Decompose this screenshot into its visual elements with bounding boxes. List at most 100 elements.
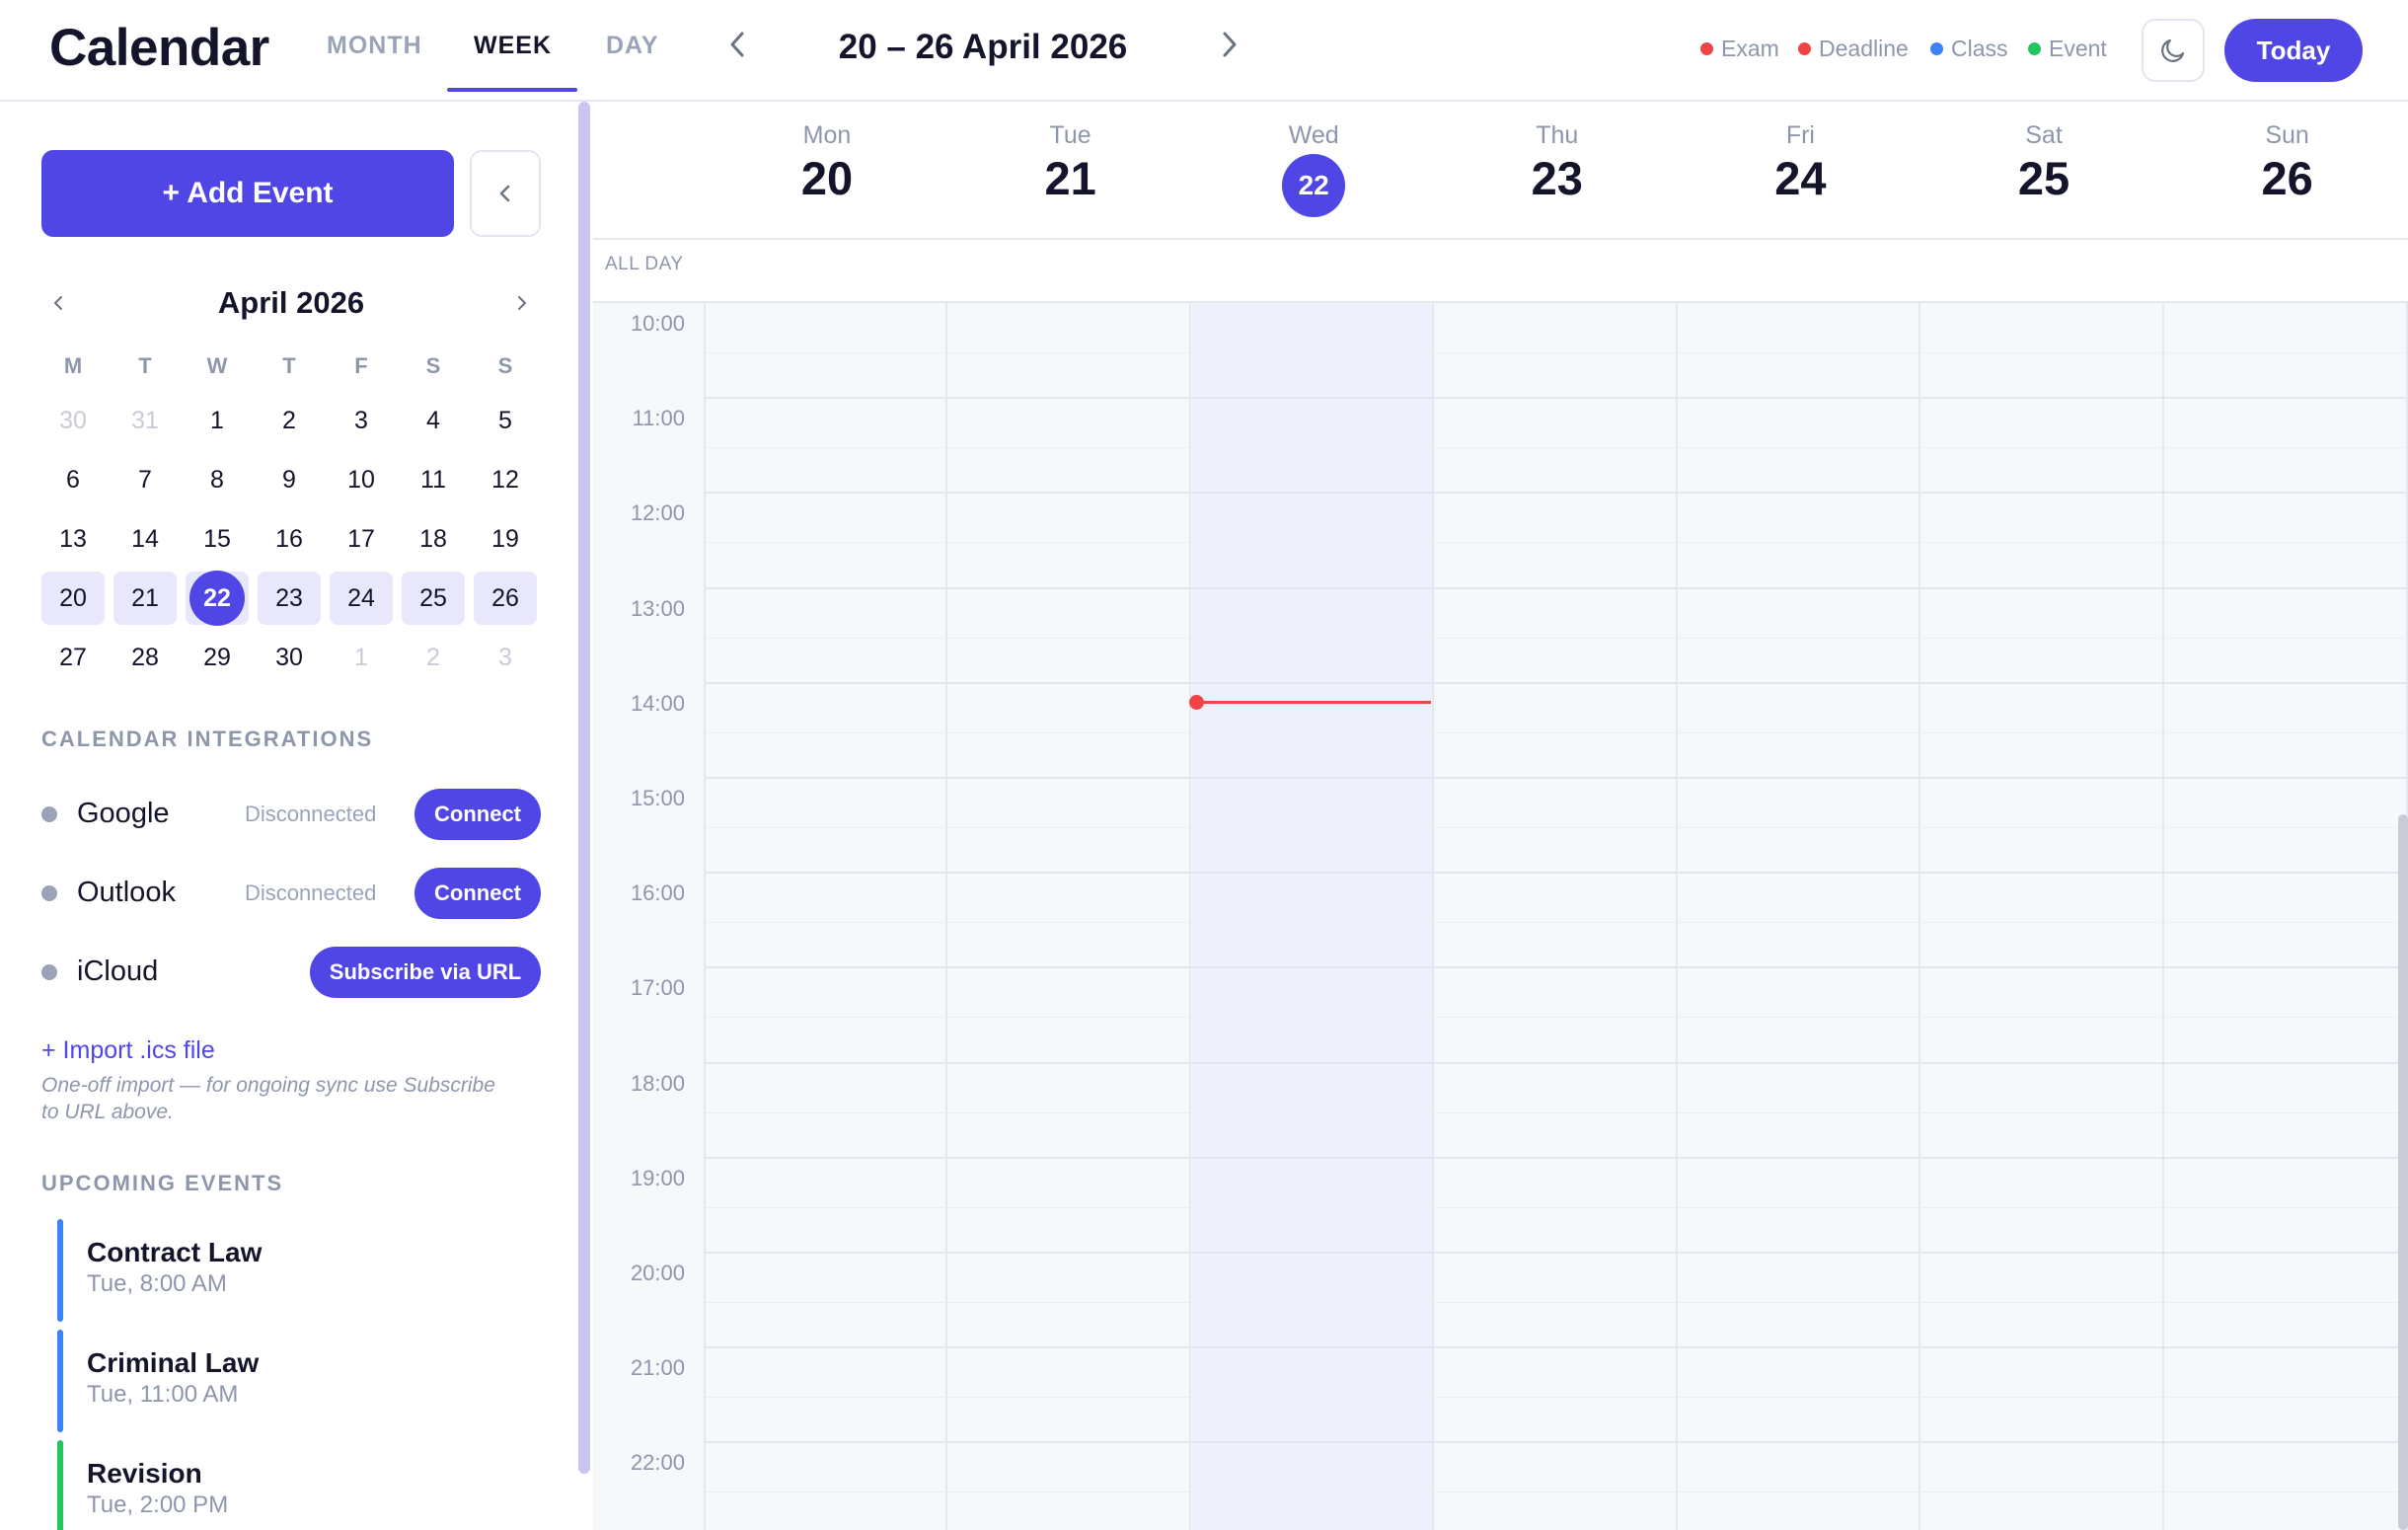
integration-google: Google Disconnected Connect [41,789,541,840]
mini-day[interactable]: 11 [402,453,465,506]
mini-day-number: 3 [498,644,512,671]
half-hour-gridline [706,1111,2408,1113]
hour-label: 16:00 [630,880,685,906]
next-week-button[interactable] [1210,26,1249,69]
top-bar: Calendar MONTH WEEK DAY 20 – 26 April 20… [0,0,2408,102]
tab-week[interactable]: WEEK [474,32,552,60]
tab-month[interactable]: MONTH [327,32,422,60]
day-header-sun[interactable]: Sun 26 [2166,102,2408,239]
mini-day-today[interactable]: 22 [186,571,249,626]
day-number-text: 26 [2261,152,2313,204]
mini-day[interactable]: 23 [258,572,321,625]
mini-day[interactable]: 26 [474,572,537,625]
connect-outlook-button[interactable]: Connect [414,868,541,919]
legend-label: Exam [1721,36,1779,61]
mini-day-number: 7 [138,466,152,494]
collapse-sidebar-button[interactable] [470,150,541,237]
mini-day-number: 2 [282,407,296,434]
mini-day[interactable]: 1 [330,631,393,684]
tab-day[interactable]: DAY [606,32,659,60]
day-header-tue[interactable]: Tue 21 [949,102,1192,239]
mini-day[interactable]: 17 [330,512,393,566]
mini-day[interactable]: 20 [41,572,105,625]
mini-day[interactable]: 25 [402,572,465,625]
mini-day[interactable]: 16 [258,512,321,566]
upcoming-event[interactable]: Criminal Law Tue, 11:00 AM [57,1330,521,1432]
day-header-wed[interactable]: Wed 22 [1192,102,1435,239]
hour-label: 20:00 [630,1261,685,1285]
mini-day[interactable]: 18 [402,512,465,566]
day-header-thu[interactable]: Thu 23 [1436,102,1679,239]
mini-day-number: 17 [347,525,375,553]
mini-day-number: 16 [275,525,303,553]
mini-next-month-button[interactable] [515,285,529,329]
mini-day[interactable]: 31 [113,394,177,447]
chevron-left-icon [54,296,62,310]
mini-day[interactable]: 9 [258,453,321,506]
import-ics-link[interactable]: + Import .ics file [41,1036,215,1065]
upcoming-event[interactable]: Revision Tue, 2:00 PM [57,1440,521,1530]
day-number: 21 [949,151,1192,205]
hour-label: 13:00 [630,595,685,621]
week-view: Mon 20 Tue 21 Wed 22 Thu 23 Fri 24 Sat 25 Sun 26 ALL … [593,102,2408,1530]
mini-day-number: 30 [59,407,87,434]
mini-day[interactable]: 21 [113,572,177,625]
mini-day-number: 14 [131,525,159,553]
day-number: 23 [1436,151,1679,205]
legend-label: Deadline [1819,36,1909,61]
hour-label: 14:00 [630,690,685,716]
half-hour-gridline [706,447,2408,449]
all-day-label: ALL DAY [605,254,684,274]
day-header-sat[interactable]: Sat 25 [1922,102,2165,239]
mini-day-number: 8 [210,466,224,494]
mini-day[interactable]: 3 [330,394,393,447]
half-hour-gridline [706,1397,2408,1399]
upcoming-event[interactable]: Contract Law Tue, 8:00 AM [57,1219,521,1322]
mini-day[interactable]: 7 [113,453,177,506]
connect-google-button[interactable]: Connect [414,789,541,840]
mini-day[interactable]: 12 [474,453,537,506]
all-day-row[interactable]: ALL DAY [593,240,2408,303]
theme-toggle-button[interactable] [2142,19,2205,82]
add-event-button[interactable]: + Add Event [41,150,454,237]
week-scrollbar[interactable] [2398,814,2408,1530]
hour-gridline [706,586,2408,589]
mini-day[interactable]: 27 [41,631,105,684]
mini-day[interactable]: 4 [402,394,465,447]
status-dot [41,964,57,980]
mini-day[interactable]: 5 [474,394,537,447]
integration-name: Google [77,798,170,829]
day-header-mon[interactable]: Mon 20 [706,102,948,239]
mini-day[interactable]: 2 [402,631,465,684]
mini-day[interactable]: 14 [113,512,177,566]
current-time-dot [1189,695,1204,710]
mini-day-number: 28 [131,644,159,671]
mini-day[interactable]: 2 [258,394,321,447]
mini-day[interactable]: 28 [113,631,177,684]
mini-day[interactable]: 29 [186,631,249,684]
mini-day[interactable]: 10 [330,453,393,506]
mini-day[interactable]: 19 [474,512,537,566]
time-grid[interactable]: 10:00 11:00 12:00 13:00 14:00 15:00 16:00 17:00… [593,303,2408,1530]
mini-day[interactable]: 3 [474,631,537,684]
mini-day-number: 1 [210,407,224,434]
hour-gridline [706,681,2408,684]
hour-label: 12:00 [630,500,685,526]
mini-day[interactable]: 8 [186,453,249,506]
mini-day[interactable]: 15 [186,512,249,566]
event-title: Contract Law [87,1237,263,1267]
mini-day[interactable]: 13 [41,512,105,566]
mini-day[interactable]: 30 [258,631,321,684]
mini-day[interactable]: 1 [186,394,249,447]
today-button[interactable]: Today [2224,19,2363,82]
mini-day[interactable]: 30 [41,394,105,447]
day-header-fri[interactable]: Fri 24 [1679,102,1921,239]
mini-day[interactable]: 6 [41,453,105,506]
integrations-title: CALENDAR INTEGRATIONS [41,727,374,751]
mini-prev-month-button[interactable] [51,285,65,329]
sidebar-scrollbar[interactable] [578,102,590,1474]
hour-gridline [706,1061,2408,1064]
subscribe-icloud-button[interactable]: Subscribe via URL [310,947,541,998]
upcoming-title: UPCOMING EVENTS [41,1171,284,1195]
mini-day[interactable]: 24 [330,572,393,625]
